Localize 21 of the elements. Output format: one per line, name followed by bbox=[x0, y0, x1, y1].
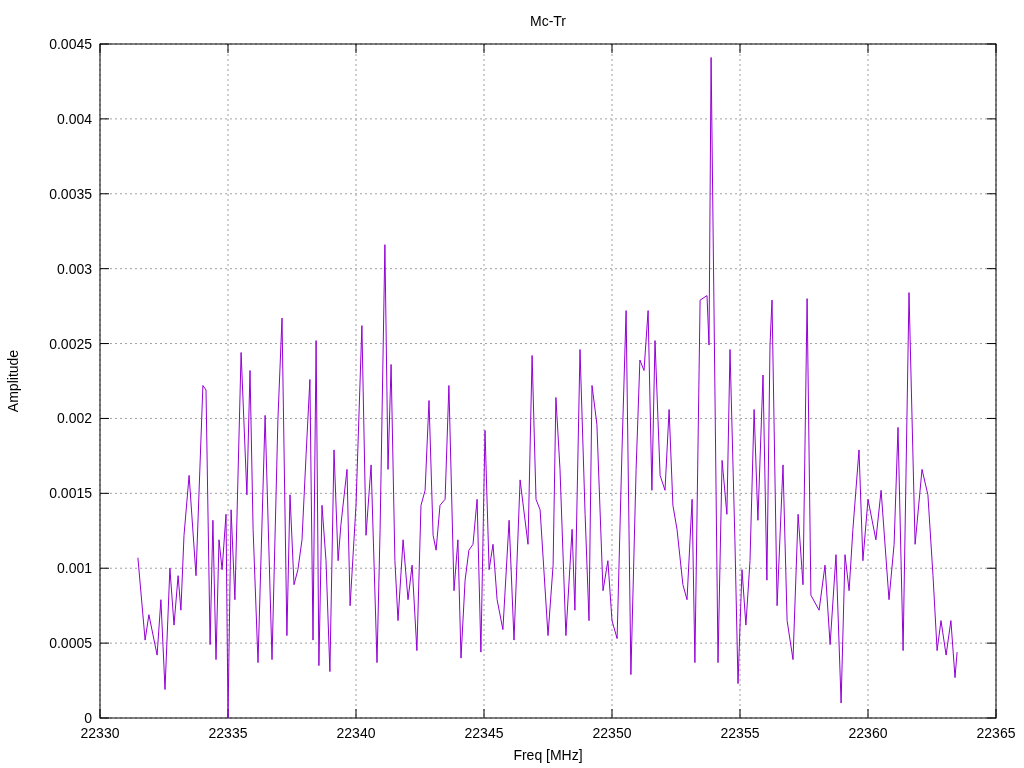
y-tick-label: 0.003 bbox=[56, 260, 92, 277]
x-tick-label: 22355 bbox=[720, 725, 760, 741]
y-tick-label: 0.0025 bbox=[49, 335, 92, 352]
y-tick-label: 0.0015 bbox=[49, 485, 92, 502]
x-axis-label: Freq [MHz] bbox=[513, 747, 583, 763]
y-tick-label: 0 bbox=[84, 710, 92, 726]
x-tick-label: 22360 bbox=[848, 725, 888, 741]
x-tick-label: 22330 bbox=[80, 725, 120, 741]
chart-title: Mc-Tr bbox=[530, 13, 566, 29]
y-tick-label: 0.0005 bbox=[49, 635, 92, 652]
y-tick-label: 0.0045 bbox=[49, 36, 92, 52]
y-tick-label: 0.004 bbox=[56, 110, 92, 127]
x-tick-label: 22335 bbox=[208, 725, 248, 741]
y-tick-label: 0.002 bbox=[56, 410, 92, 427]
x-tick-label: 22345 bbox=[464, 725, 504, 741]
y-axis-label: Amplitude bbox=[5, 349, 21, 413]
x-tick-label: 22350 bbox=[592, 725, 632, 741]
y-tick-label: 0.001 bbox=[56, 560, 92, 577]
x-tick-label: 22340 bbox=[336, 725, 376, 741]
x-tick-label: 22365 bbox=[976, 725, 1016, 741]
y-tick-label: 0.0035 bbox=[49, 185, 92, 202]
